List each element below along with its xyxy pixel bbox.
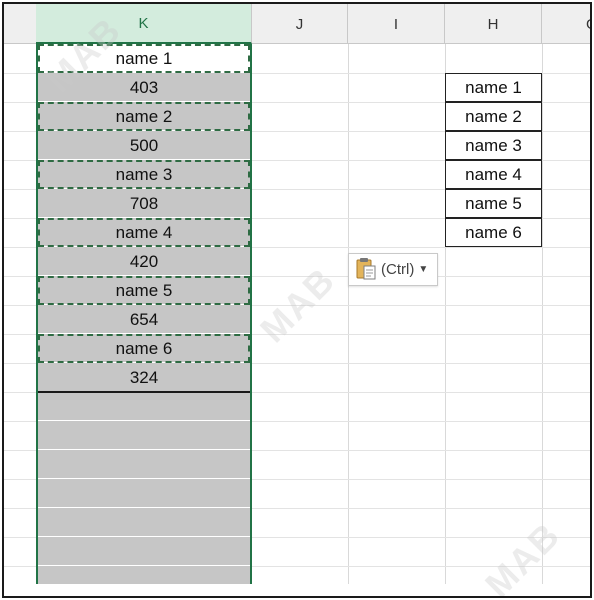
paste-options-button[interactable]: (Ctrl) ▼ [348,253,438,286]
cell-h-name-3[interactable]: name 3 [445,131,542,160]
watermark: MAB [477,514,569,598]
row-divider [38,565,250,566]
column-header-bar: K J I H G [4,4,590,44]
cell-k-value-1[interactable]: 403 [38,73,250,102]
cell-h-name-1[interactable]: name 1 [445,73,542,102]
last-row-border [38,391,250,393]
cell-k-value-5[interactable]: 654 [38,305,250,334]
paste-options-label: (Ctrl) [381,261,415,278]
column-header-g[interactable]: G [542,4,590,44]
cell-h-name-4[interactable]: name 4 [445,160,542,189]
row-divider [38,507,250,508]
clipboard-icon [355,256,381,284]
row-divider [38,449,250,450]
cell-h-name-2[interactable]: name 2 [445,102,542,131]
cell-h-name-6[interactable]: name 6 [445,218,542,247]
row-divider [38,478,250,479]
gridline-v [348,44,349,584]
cell-k-value-6[interactable]: 324 [38,363,250,392]
column-header-k[interactable]: K [36,4,252,44]
row-divider [38,536,250,537]
chevron-down-icon: ▼ [418,264,429,275]
cell-k-value-2[interactable]: 500 [38,131,250,160]
cell-k-value-4[interactable]: 420 [38,247,250,276]
cell-k-name-3[interactable]: name 3 [38,160,250,189]
gridline-v [542,44,543,584]
cell-k-name-1[interactable]: name 1 [38,44,250,73]
cell-k-value-3[interactable]: 708 [38,189,250,218]
cell-k-name-5[interactable]: name 5 [38,276,250,305]
cell-h-name-5[interactable]: name 5 [445,189,542,218]
cell-k-name-6[interactable]: name 6 [38,334,250,363]
spreadsheet-frame: K J I H G name 1 403 name 2 500 name 3 7… [2,2,592,598]
row-divider [38,420,250,421]
column-header-i[interactable]: I [348,4,445,44]
cell-k-name-2[interactable]: name 2 [38,102,250,131]
cell-k-name-4[interactable]: name 4 [38,218,250,247]
column-header-j[interactable]: J [252,4,348,44]
column-header-h[interactable]: H [445,4,542,44]
column-k-selection[interactable]: name 1 403 name 2 500 name 3 708 name 4 … [36,44,252,584]
